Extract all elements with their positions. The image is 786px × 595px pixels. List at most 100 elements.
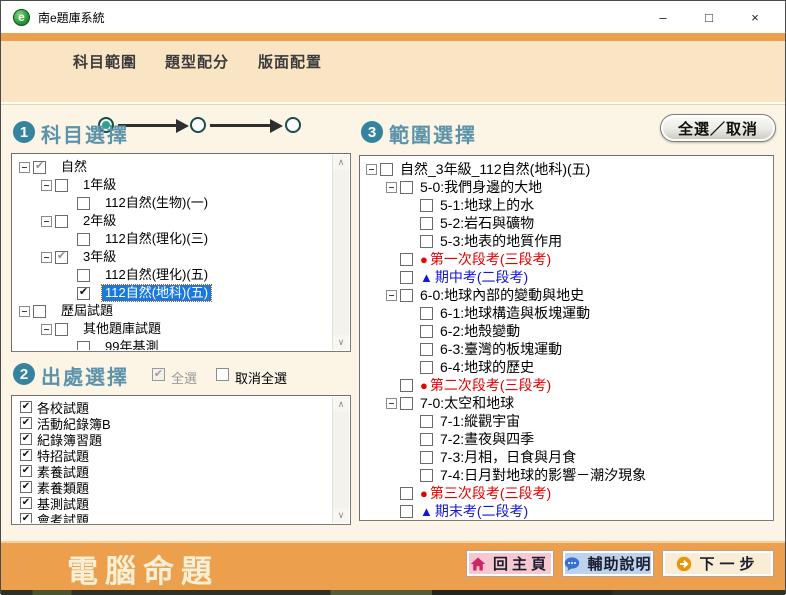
tree-item-label[interactable]: 7-1:縱觀宇宙 xyxy=(437,413,523,429)
expand-toggle-icon[interactable] xyxy=(366,164,377,175)
checkbox[interactable] xyxy=(33,305,46,318)
checkbox[interactable] xyxy=(77,197,90,210)
scroll-down-icon[interactable] xyxy=(333,335,349,350)
tree-item-label[interactable]: 6-0:地球內部的變動與地史 xyxy=(417,287,587,303)
tree-item-label[interactable]: 7-0:太空和地球 xyxy=(417,395,517,411)
tree-item-label[interactable]: 1年級 xyxy=(80,177,119,193)
checkbox[interactable] xyxy=(20,513,32,523)
checkbox[interactable] xyxy=(77,233,90,246)
subject-tree-scrollbar[interactable] xyxy=(332,155,349,350)
tree-item-label[interactable]: 其他題庫試題 xyxy=(80,321,164,337)
tree-item-label[interactable]: 5-2:岩石與礦物 xyxy=(437,215,537,231)
tree-item-label[interactable]: 6-4:地球的歷史 xyxy=(437,359,537,375)
checkbox[interactable] xyxy=(77,269,90,282)
checkbox[interactable] xyxy=(20,465,32,477)
tree-item-label[interactable]: 112自然(地科)(五) xyxy=(102,285,211,301)
checkbox[interactable] xyxy=(77,287,90,300)
deselect-all-checkbox[interactable] xyxy=(216,368,229,381)
checkbox[interactable] xyxy=(20,401,32,413)
checkbox[interactable] xyxy=(400,271,413,284)
checkbox[interactable] xyxy=(420,451,433,464)
close-button[interactable]: × xyxy=(745,10,765,25)
tree-item-label[interactable]: 112自然(理化)(五) xyxy=(102,267,211,283)
source-item-label[interactable]: 會考試題 xyxy=(37,510,89,524)
expand-toggle-icon[interactable] xyxy=(19,306,30,317)
checkbox[interactable] xyxy=(400,397,413,410)
expand-toggle-icon[interactable] xyxy=(41,252,52,263)
tree-item-label[interactable]: 歷屆試題 xyxy=(58,303,116,319)
checkbox[interactable] xyxy=(420,415,433,428)
checkbox[interactable] xyxy=(20,497,32,509)
help-button[interactable]: 輔助說明 xyxy=(562,550,654,577)
tree-item-label[interactable]: 5-3:地表的地質作用 xyxy=(437,233,565,249)
select-all-checkbox[interactable] xyxy=(152,368,165,381)
scroll-up-icon[interactable] xyxy=(333,155,349,170)
checkbox[interactable] xyxy=(420,433,433,446)
checkbox[interactable] xyxy=(55,179,68,192)
checkbox[interactable] xyxy=(420,217,433,230)
next-step-button[interactable]: 下一步 xyxy=(662,550,774,577)
expand-toggle-icon[interactable] xyxy=(41,180,52,191)
checkbox[interactable] xyxy=(400,253,413,266)
checkbox[interactable] xyxy=(420,199,433,212)
home-button[interactable]: 回主頁 xyxy=(466,550,554,577)
checkbox[interactable] xyxy=(420,469,433,482)
checkbox[interactable] xyxy=(420,235,433,248)
tree-item-label[interactable]: 自然 xyxy=(58,159,90,175)
step-circle-3[interactable] xyxy=(285,117,301,133)
tree-item-label[interactable]: 7-2:晝夜與四季 xyxy=(437,431,537,447)
maximize-button[interactable]: □ xyxy=(699,10,719,25)
tree-item-label[interactable]: 6-2:地殼變動 xyxy=(437,323,523,339)
tree-item-label[interactable]: 99年基測 xyxy=(102,339,161,350)
expand-toggle-icon[interactable] xyxy=(386,290,397,301)
checkbox[interactable] xyxy=(400,505,413,518)
step-circle-2[interactable] xyxy=(190,117,206,133)
checkbox[interactable] xyxy=(400,487,413,500)
select-all-label[interactable]: 全選 xyxy=(171,368,197,387)
tree-item-label[interactable]: 5-1:地球上的水 xyxy=(437,197,537,213)
tree-item-label[interactable]: 6-1:地球構造與板塊運動 xyxy=(437,305,593,321)
checkbox[interactable] xyxy=(20,449,32,461)
tree-item-label[interactable]: 112自然(理化)(三) xyxy=(102,231,211,247)
checkbox[interactable] xyxy=(400,181,413,194)
scroll-up-icon[interactable] xyxy=(333,397,349,412)
checkbox[interactable] xyxy=(380,163,393,176)
tree-item-label[interactable]: 2年級 xyxy=(80,213,119,229)
scroll-down-icon[interactable] xyxy=(333,508,349,523)
checkbox[interactable] xyxy=(420,307,433,320)
checkbox[interactable] xyxy=(55,251,68,264)
deselect-all-label[interactable]: 取消全選 xyxy=(235,368,287,387)
minimize-button[interactable]: – xyxy=(653,10,673,25)
checkbox[interactable] xyxy=(33,161,46,174)
expand-toggle-icon[interactable] xyxy=(386,182,397,193)
checkbox[interactable] xyxy=(420,325,433,338)
tree-item-label[interactable]: 7-4:日月對地球的影響－潮汐現象 xyxy=(437,467,649,483)
tree-item-label[interactable]: 6-3:臺灣的板塊運動 xyxy=(437,341,565,357)
checkbox[interactable] xyxy=(400,289,413,302)
select-all-toggle-button[interactable]: 全選／取消 xyxy=(660,114,776,142)
tree-item-label[interactable]: ●第一次段考(三段考) xyxy=(417,251,554,267)
expand-toggle-icon[interactable] xyxy=(41,324,52,335)
tree-item-label[interactable]: 112自然(生物)(一) xyxy=(102,195,211,211)
tree-item-label[interactable]: 自然_3年級_112自然(地科)(五) xyxy=(397,161,593,177)
tree-item-label[interactable]: ▲期末考(二段考) xyxy=(417,503,531,519)
checkbox[interactable] xyxy=(55,215,68,228)
tree-item-label[interactable]: ▲期中考(二段考) xyxy=(417,269,531,285)
checkbox[interactable] xyxy=(20,417,32,429)
expand-toggle-icon[interactable] xyxy=(386,398,397,409)
checkbox[interactable] xyxy=(420,361,433,374)
checkbox[interactable] xyxy=(420,343,433,356)
checkbox[interactable] xyxy=(55,323,68,336)
checkbox[interactable] xyxy=(400,379,413,392)
tree-item-label[interactable]: 5-0:我們身邊的大地 xyxy=(417,179,545,195)
tree-item-label[interactable]: 7-3:月相，日食與月食 xyxy=(437,449,579,465)
tree-item-label[interactable]: ●第二次段考(三段考) xyxy=(417,377,554,393)
source-list-scrollbar[interactable] xyxy=(332,397,349,523)
checkbox[interactable] xyxy=(77,341,90,351)
checkbox[interactable] xyxy=(20,481,32,493)
tree-item-label[interactable]: ●第三次段考(三段考) xyxy=(417,485,554,501)
expand-toggle-icon[interactable] xyxy=(19,162,30,173)
expand-toggle-icon[interactable] xyxy=(41,216,52,227)
checkbox[interactable] xyxy=(20,433,32,445)
tree-item-label[interactable]: 3年級 xyxy=(80,249,119,265)
